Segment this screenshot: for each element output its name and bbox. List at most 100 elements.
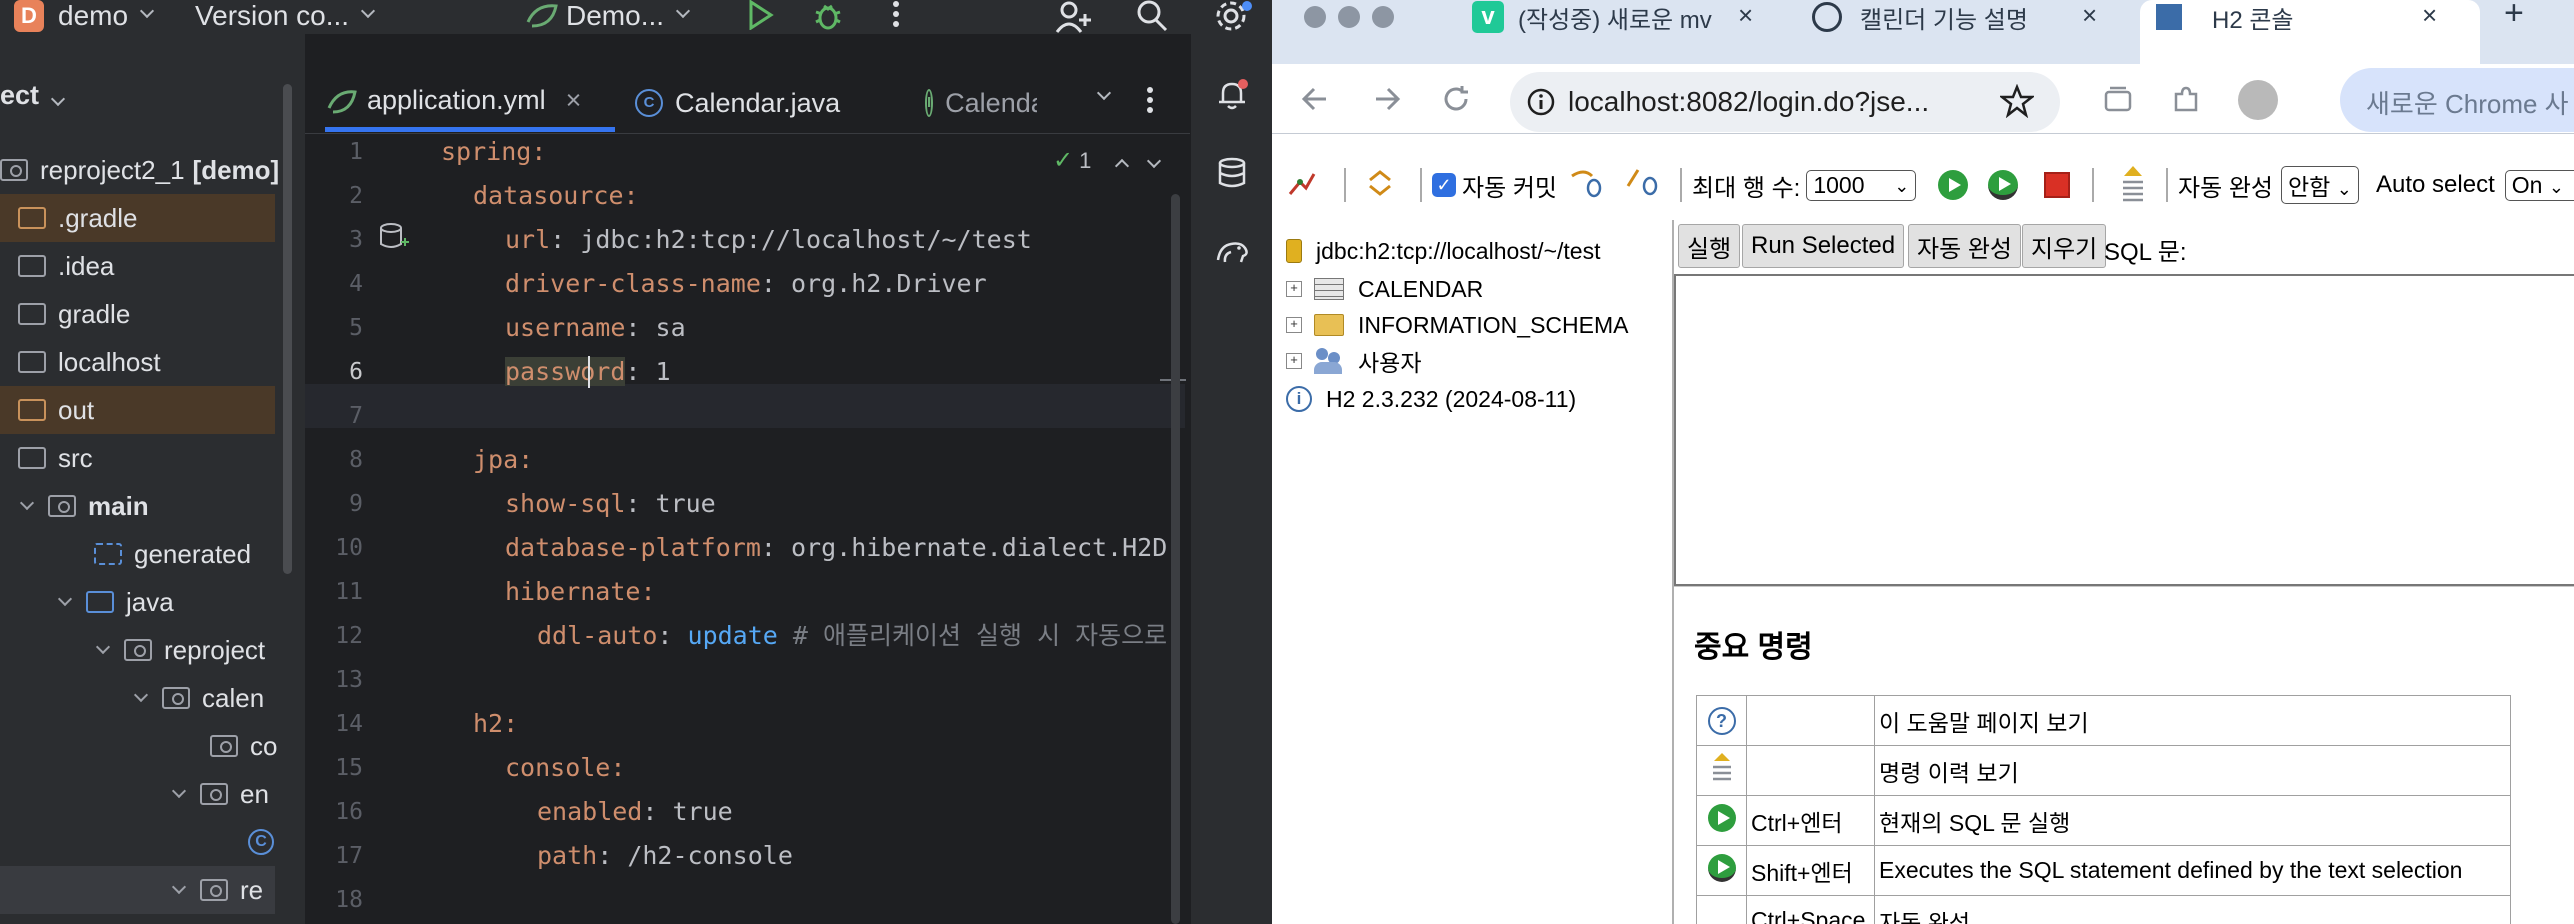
checkbox-checked-icon[interactable]: ✓	[1432, 173, 1456, 197]
refresh-arrows-icon[interactable]	[1364, 168, 1396, 198]
extensions-puzzle-icon[interactable]	[2170, 84, 2202, 116]
tree-item-package-re[interactable]: re	[0, 866, 275, 914]
tab-close-icon[interactable]: ×	[2082, 0, 2097, 31]
browser-tab-velog[interactable]: v (작성중) 새로운 mv	[1472, 0, 1712, 34]
run-icon[interactable]	[745, 0, 775, 30]
tree-item-src[interactable]: src	[0, 434, 280, 482]
address-bar[interactable]: localhost:8082/login.do?jse...	[1510, 72, 2060, 132]
browser-tab-h2-console[interactable]: H2 콘솔	[2156, 0, 2294, 34]
tab-calendar-java[interactable]: C Calendar.java	[635, 74, 840, 132]
tree-item-package-co[interactable]: co	[0, 722, 280, 770]
code-content[interactable]: spring: datasource: url: jdbc:h2:tcp://l…	[441, 134, 1186, 924]
database-icon	[1286, 239, 1302, 263]
more-vertical-icon[interactable]	[886, 0, 906, 32]
next-highlight-icon[interactable]	[1147, 153, 1162, 168]
run-selected-icon[interactable]	[1707, 853, 1736, 882]
tab-close-icon[interactable]: ×	[2422, 0, 2437, 31]
settings-gear-icon[interactable]	[1213, 0, 1253, 34]
expand-plus-icon[interactable]: +	[1286, 317, 1302, 333]
add-user-icon[interactable]	[1055, 0, 1093, 34]
debug-icon[interactable]	[812, 0, 844, 32]
inspection-widget[interactable]: ✓ 1	[1053, 146, 1162, 175]
tab-close-icon[interactable]: ×	[1738, 0, 1753, 31]
tree-item-package-en[interactable]: en	[0, 770, 280, 818]
autoselect-select[interactable]: On ⌄	[2504, 169, 2574, 201]
window-close-control[interactable]	[1304, 6, 1326, 28]
tree-item-gradle[interactable]: gradle	[0, 290, 280, 338]
autocommit-toggle[interactable]: ✓ 자동 커밋	[1432, 150, 1557, 220]
expand-plus-icon[interactable]: +	[1286, 281, 1302, 297]
autocomplete-button[interactable]: 자동 완성	[1908, 224, 2021, 268]
tree-item-generated[interactable]: generated	[0, 530, 280, 578]
reload-icon[interactable]	[1442, 84, 1472, 114]
run-selected-button[interactable]: Run Selected	[1742, 224, 1905, 268]
project-selector[interactable]: D demo	[14, 0, 155, 34]
search-icon[interactable]	[1135, 0, 1169, 34]
run-statement-icon[interactable]	[1938, 170, 1968, 200]
help-desc-cell: 이 도움말 페이지 보기	[1874, 695, 2511, 746]
tree-item-idea[interactable]: .idea	[0, 242, 280, 290]
tabs-dropdown-icon[interactable]	[1096, 85, 1112, 101]
rollback-icon[interactable]	[1568, 166, 1604, 198]
notifications-bell-icon[interactable]	[1215, 78, 1249, 112]
editor-scrollbar[interactable]	[1171, 194, 1180, 924]
tree-item-localhost[interactable]: localhost	[0, 338, 280, 386]
history-icon[interactable]	[2118, 164, 2148, 204]
disconnect-icon[interactable]	[1286, 168, 1318, 198]
chrome-new-feature-pill[interactable]: 새로운 Chrome 사	[2340, 68, 2574, 132]
tab-calendar-interface[interactable]: I Calenda	[925, 74, 1037, 132]
code-editor: application.yml × C Calendar.java I Cale…	[305, 34, 1190, 924]
tree-users[interactable]: + 사용자	[1286, 344, 1421, 378]
yaml-key: jpa:	[473, 445, 534, 474]
table-row: Shift+엔터 Executes the SQL statement defi…	[1696, 845, 2511, 896]
database-icon[interactable]	[1215, 156, 1249, 190]
profile-avatar[interactable]	[2238, 80, 2278, 120]
tree-table-calendar[interactable]: + CALENDAR	[1286, 272, 1483, 306]
sql-editor-textarea[interactable]	[1674, 274, 2574, 586]
tree-connection-root[interactable]: jdbc:h2:tcp://localhost/~/test	[1286, 234, 1600, 268]
window-zoom-control[interactable]	[1372, 6, 1394, 28]
tree-item-java[interactable]: java	[0, 578, 280, 626]
extension-box-icon[interactable]	[2102, 84, 2134, 116]
tab-application-yml[interactable]: application.yml ×	[325, 74, 615, 132]
run-selected-icon[interactable]	[1988, 170, 2018, 200]
tree-item-main[interactable]: main	[0, 482, 280, 530]
site-info-icon[interactable]	[1526, 87, 1556, 117]
more-vertical-icon[interactable]	[1143, 86, 1157, 118]
max-rows-select[interactable]: 1000 ⌄	[1806, 169, 1917, 201]
project-panel-title[interactable]: ect	[0, 80, 66, 111]
package-icon	[210, 735, 238, 757]
project-scrollbar[interactable]	[283, 84, 292, 574]
tree-information-schema[interactable]: + INFORMATION_SCHEMA	[1286, 308, 1628, 342]
tab-label: application.yml	[367, 85, 546, 115]
stop-icon[interactable]	[2044, 172, 2070, 198]
window-minimize-control[interactable]	[1338, 6, 1360, 28]
vcs-selector[interactable]: Version co...	[195, 0, 376, 34]
gradle-elephant-icon[interactable]	[1215, 234, 1249, 268]
forward-arrow-icon[interactable]	[1372, 84, 1402, 114]
run-config-selector[interactable]: Demo...	[522, 0, 691, 34]
clear-button[interactable]: 지우기	[2022, 224, 2107, 268]
expand-plus-icon[interactable]: +	[1286, 353, 1302, 369]
tree-item-gradle-cache[interactable]: .gradle	[0, 194, 275, 242]
browser-tab-chatgpt[interactable]: 캘린더 기능 설명	[1812, 0, 2028, 34]
help-question-icon[interactable]: ?	[1707, 707, 1736, 735]
tree-item-class[interactable]: C	[0, 818, 280, 866]
tree-item-out[interactable]: out	[0, 386, 275, 434]
bookmark-star-icon[interactable]	[2000, 84, 2034, 118]
datasource-gutter-icon[interactable]	[377, 222, 411, 254]
commit-icon[interactable]	[1624, 166, 1660, 198]
tab-close-icon[interactable]: ×	[566, 85, 582, 116]
tree-item-package-calendar[interactable]: calen	[0, 674, 280, 722]
new-tab-button[interactable]: +	[2504, 0, 2524, 33]
run-statement-icon[interactable]	[1707, 803, 1736, 832]
tree-item-package-reproject[interactable]: reproject	[0, 626, 280, 674]
back-arrow-icon[interactable]	[1300, 84, 1330, 114]
execute-button[interactable]: 실행	[1678, 224, 1741, 268]
autocomplete-select[interactable]: 안함 ⌄	[2281, 166, 2359, 204]
tree-item-root[interactable]: reproject2_1 [demo]	[0, 146, 280, 194]
previous-highlight-icon[interactable]	[1115, 158, 1130, 173]
chatgpt-favicon-icon	[1812, 2, 1842, 32]
tree-item-label: gradle	[58, 298, 131, 329]
history-icon[interactable]	[1709, 751, 1735, 785]
